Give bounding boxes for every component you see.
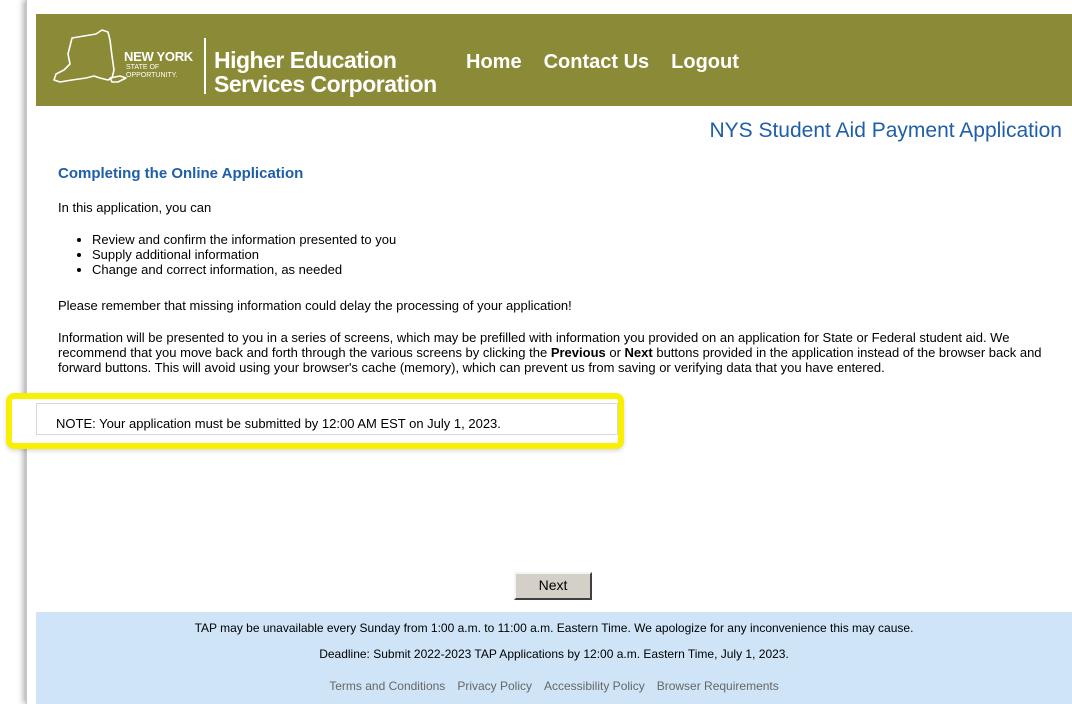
- nav-contact-us-link[interactable]: Contact Us: [544, 50, 650, 74]
- instructions-or-text: or: [605, 345, 625, 360]
- terms-and-conditions-link[interactable]: Terms and Conditions: [329, 679, 445, 693]
- browser-requirements-link[interactable]: Browser Requirements: [657, 679, 779, 693]
- nav-home-link[interactable]: Home: [466, 50, 522, 74]
- new-york-state-outline-icon: [53, 29, 127, 83]
- navigation-instructions: Information will be presented to you in …: [58, 330, 1060, 390]
- list-item: Supply additional information: [92, 247, 396, 262]
- capabilities-list: Review and confirm the information prese…: [58, 232, 396, 277]
- deadline-notice: Deadline: Submit 2022-2023 TAP Applicati…: [319, 647, 789, 661]
- agency-name-line2: Services Corporation: [214, 71, 437, 97]
- accessibility-policy-link[interactable]: Accessibility Policy: [544, 679, 645, 693]
- intro-text: In this application, you can: [58, 200, 212, 215]
- privacy-policy-link[interactable]: Privacy Policy: [457, 679, 532, 693]
- main-nav: Home Contact Us Logout: [466, 50, 739, 74]
- logo-state-of: STATE OF: [126, 64, 160, 71]
- logo-new-york-text: NEW YORK: [124, 49, 193, 64]
- logo-opportunity: OPPORTUNITY.: [126, 72, 178, 79]
- list-item: Review and confirm the information prese…: [92, 232, 396, 247]
- hesc-logo[interactable]: NEW YORK STATE OF OPPORTUNITY. Higher Ed…: [50, 26, 437, 96]
- agency-name: Higher Education Services Corporation: [214, 48, 444, 96]
- site-header: NEW YORK STATE OF OPPORTUNITY. Higher Ed…: [36, 14, 1072, 106]
- instructions-previous-term: Previous: [550, 345, 606, 360]
- site-footer: TAP may be unavailable every Sunday from…: [36, 612, 1072, 704]
- list-item: Change and correct information, as neede…: [92, 262, 396, 277]
- reminder-text: Please remember that missing information…: [58, 298, 572, 313]
- maintenance-notice: TAP may be unavailable every Sunday from…: [194, 621, 914, 635]
- next-button[interactable]: Next: [514, 572, 592, 600]
- footer-links: Terms and Conditions Privacy Policy Acce…: [36, 679, 1072, 693]
- agency-name-line1: Higher Education: [214, 47, 397, 73]
- nav-logout-link[interactable]: Logout: [671, 50, 739, 74]
- instructions-next-term: Next: [624, 345, 653, 360]
- page-title: NYS Student Aid Payment Application: [709, 119, 1062, 142]
- section-heading: Completing the Online Application: [58, 165, 304, 182]
- deadline-note: NOTE: Your application must be submitted…: [56, 416, 501, 431]
- logo-divider: [204, 38, 206, 94]
- logo-state-of-opportunity-text: STATE OF OPPORTUNITY.: [126, 64, 186, 80]
